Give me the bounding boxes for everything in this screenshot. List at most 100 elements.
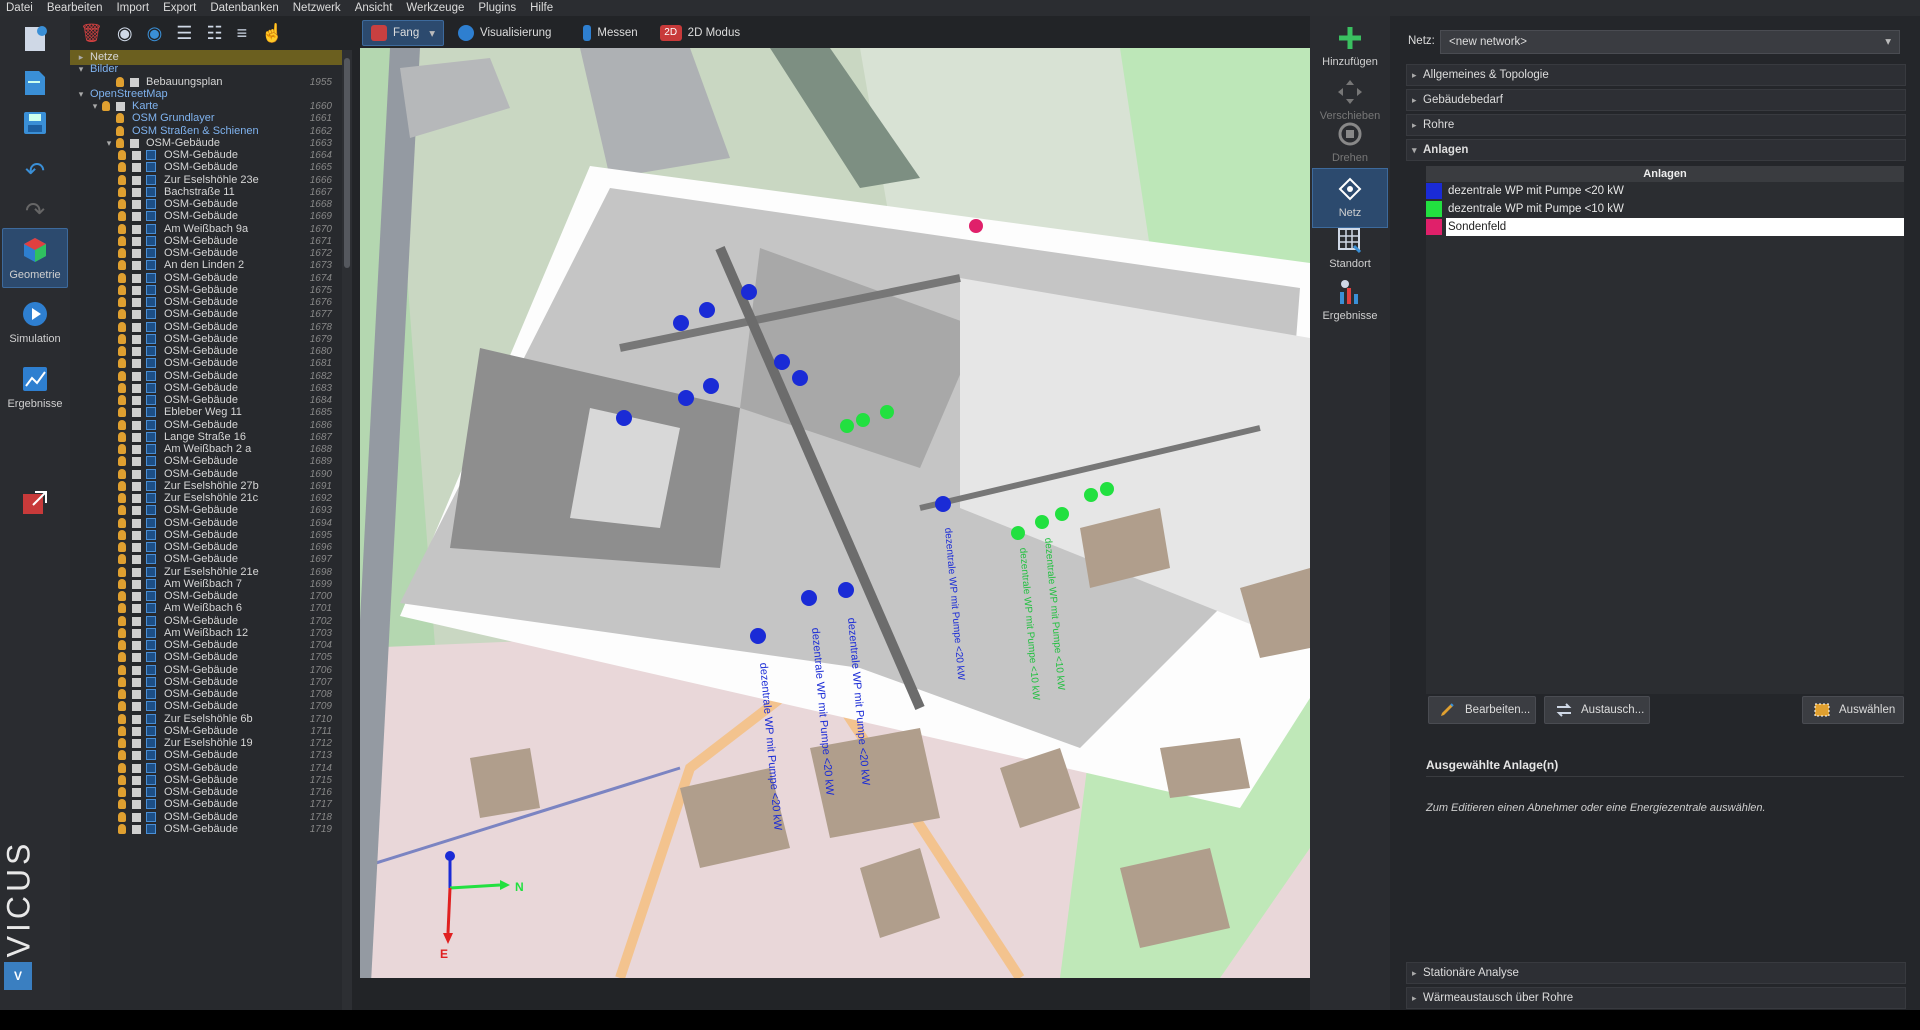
tool-netz[interactable]: Netz <box>1312 168 1388 228</box>
checkbox[interactable] <box>132 775 141 785</box>
visibility-bulb-icon[interactable] <box>116 76 124 87</box>
checkbox[interactable] <box>132 481 141 491</box>
checkbox[interactable] <box>132 579 141 589</box>
visibility-bulb-icon[interactable] <box>118 799 126 810</box>
visibility-bulb-icon[interactable] <box>118 664 126 675</box>
checkbox[interactable] <box>132 555 141 565</box>
checkbox[interactable] <box>132 739 141 748</box>
visibility-bulb-icon[interactable] <box>118 272 126 283</box>
menu-datenbanken[interactable]: Datenbanken <box>210 2 278 14</box>
visibility-bulb-icon[interactable] <box>118 750 126 761</box>
visibility-bulb-icon[interactable] <box>118 762 126 773</box>
bearbeiten-button[interactable]: Bearbeiten... <box>1428 696 1536 724</box>
visibility-bulb-icon[interactable] <box>116 113 124 124</box>
netz-select[interactable]: <new network> ▾ <box>1440 30 1900 54</box>
visibility-bulb-icon[interactable] <box>118 284 126 295</box>
visibility-bulb-icon[interactable] <box>118 774 126 785</box>
menu-hilfe[interactable]: Hilfe <box>530 2 553 14</box>
checkbox[interactable] <box>132 506 141 516</box>
visibility-bulb-icon[interactable] <box>118 689 126 699</box>
checkbox[interactable] <box>132 347 141 356</box>
checkbox[interactable] <box>132 714 141 724</box>
show-icon[interactable]: ◉ <box>147 23 163 44</box>
visibility-bulb-icon[interactable] <box>118 333 126 344</box>
menu-export[interactable]: Export <box>163 2 196 14</box>
visibility-bulb-icon[interactable] <box>118 199 126 209</box>
checkbox[interactable] <box>132 824 141 834</box>
visibility-bulb-icon[interactable] <box>118 431 126 442</box>
visibility-bulb-icon[interactable] <box>118 444 126 454</box>
checkbox[interactable] <box>132 604 141 614</box>
checkbox[interactable] <box>132 408 141 418</box>
visibility-bulb-icon[interactable] <box>118 603 126 614</box>
visibility-bulb-icon[interactable] <box>118 260 126 271</box>
visibility-bulb-icon[interactable] <box>118 248 126 258</box>
visibility-bulb-icon[interactable] <box>118 578 126 589</box>
export-report-icon[interactable] <box>20 488 50 518</box>
checkbox[interactable] <box>132 457 141 467</box>
checkbox[interactable] <box>132 628 141 638</box>
checkbox[interactable] <box>132 224 141 234</box>
visibility-bulb-icon[interactable] <box>118 701 126 712</box>
checkbox[interactable] <box>132 187 141 197</box>
checkbox[interactable] <box>132 518 141 528</box>
checkbox[interactable] <box>132 298 141 307</box>
menu-ansicht[interactable]: Ansicht <box>355 2 393 14</box>
checkbox[interactable] <box>132 592 141 601</box>
visibility-bulb-icon[interactable] <box>118 370 126 381</box>
visibility-bulb-icon[interactable] <box>118 787 126 797</box>
visibility-bulb-icon[interactable] <box>118 529 126 540</box>
visibility-bulb-icon[interactable] <box>118 676 126 687</box>
checkbox[interactable] <box>132 249 141 258</box>
visibility-bulb-icon[interactable] <box>118 407 126 418</box>
checkbox[interactable] <box>132 800 141 810</box>
redo-icon[interactable]: ↷ <box>20 196 50 226</box>
hide-icon[interactable]: ◉ <box>117 23 133 44</box>
visibility-bulb-icon[interactable] <box>118 309 126 320</box>
visibility-bulb-icon[interactable] <box>118 358 126 369</box>
visibility-bulb-icon[interactable] <box>118 346 126 356</box>
fang-button[interactable]: Fang ▾ <box>362 20 444 46</box>
visualisierung-button[interactable]: Visualisierung <box>450 20 559 46</box>
mode-results[interactable]: Ergebnisse <box>2 358 68 418</box>
visibility-bulb-icon[interactable] <box>118 186 126 197</box>
visibility-bulb-icon[interactable] <box>118 640 126 650</box>
new-file-icon[interactable] <box>20 24 50 54</box>
tool-ergebnisse[interactable]: Ergebnisse <box>1312 272 1388 332</box>
checkbox[interactable] <box>132 322 141 332</box>
visibility-bulb-icon[interactable] <box>118 615 126 626</box>
checkbox[interactable] <box>132 726 141 736</box>
checkbox[interactable] <box>132 494 141 503</box>
visibility-bulb-icon[interactable] <box>118 493 126 503</box>
visibility-bulb-icon[interactable] <box>118 505 126 516</box>
visibility-bulb-icon[interactable] <box>118 235 126 246</box>
visibility-bulb-icon[interactable] <box>118 480 126 491</box>
anlagen-row[interactable]: dezentrale WP mit Pumpe <20 kW <box>1426 182 1904 200</box>
checkbox[interactable] <box>132 677 141 687</box>
visibility-bulb-icon[interactable] <box>118 738 126 748</box>
visibility-bulb-icon[interactable] <box>118 823 126 834</box>
checkbox[interactable] <box>132 396 141 405</box>
checkbox[interactable] <box>132 261 141 271</box>
checkbox[interactable] <box>132 445 141 454</box>
checkbox[interactable] <box>132 334 141 344</box>
visibility-bulb-icon[interactable] <box>118 811 126 822</box>
visibility-bulb-icon[interactable] <box>118 321 126 332</box>
open-file-icon[interactable] <box>20 68 50 98</box>
section-stationaere-analyse[interactable]: ▸ Stationäre Analyse <box>1406 962 1906 984</box>
2d-mode-button[interactable]: 2D 2D Modus <box>652 20 748 46</box>
checkbox[interactable] <box>132 763 141 773</box>
checkbox[interactable] <box>132 273 141 283</box>
visibility-bulb-icon[interactable] <box>118 211 126 222</box>
menu-werkzeuge[interactable]: Werkzeuge <box>406 2 464 14</box>
visibility-bulb-icon[interactable] <box>102 101 110 111</box>
visibility-bulb-icon[interactable] <box>118 468 126 479</box>
visibility-bulb-icon[interactable] <box>118 542 126 552</box>
visibility-bulb-icon[interactable] <box>118 725 126 736</box>
tree-scrollbar-thumb[interactable] <box>344 58 350 268</box>
pointer-icon[interactable]: ☝ <box>261 23 283 44</box>
checkbox[interactable] <box>132 530 141 540</box>
menu-bearbeiten[interactable]: Bearbeiten <box>47 2 103 14</box>
visibility-bulb-icon[interactable] <box>118 517 126 528</box>
austausch-button[interactable]: Austausch... <box>1544 696 1650 724</box>
